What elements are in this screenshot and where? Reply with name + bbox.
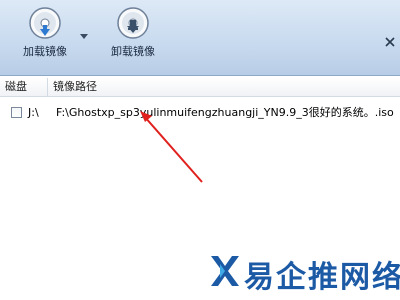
- unload-image-button[interactable]: 卸载镜像: [102, 6, 164, 72]
- disc-unload-icon: [117, 7, 149, 39]
- load-image-dropdown-icon[interactable]: [80, 34, 88, 39]
- watermark-logo-icon: [211, 256, 239, 286]
- load-image-label: 加载镜像: [23, 45, 67, 58]
- column-header-disk[interactable]: 磁盘: [0, 78, 48, 96]
- unload-image-label: 卸载镜像: [111, 45, 155, 58]
- load-image-button[interactable]: 加载镜像: [14, 6, 76, 72]
- list-header: 磁盘 镜像路径: [0, 78, 400, 97]
- watermark-text: 易企推网络: [244, 260, 400, 295]
- column-header-image-path[interactable]: 镜像路径: [48, 78, 400, 96]
- close-icon[interactable]: [384, 36, 396, 48]
- toolbar: 加载镜像 卸载镜像: [0, 0, 400, 76]
- image-path: F:\Ghostxp_sp3yulinmuifengzhuangji_YN9.9…: [56, 106, 394, 119]
- red-arrow-annotation: [140, 111, 203, 183]
- watermark: 易企推网络: [208, 250, 400, 295]
- disc-load-icon: [29, 7, 61, 39]
- row-checkbox[interactable]: [11, 107, 22, 118]
- drive-letter: J:\: [28, 106, 39, 119]
